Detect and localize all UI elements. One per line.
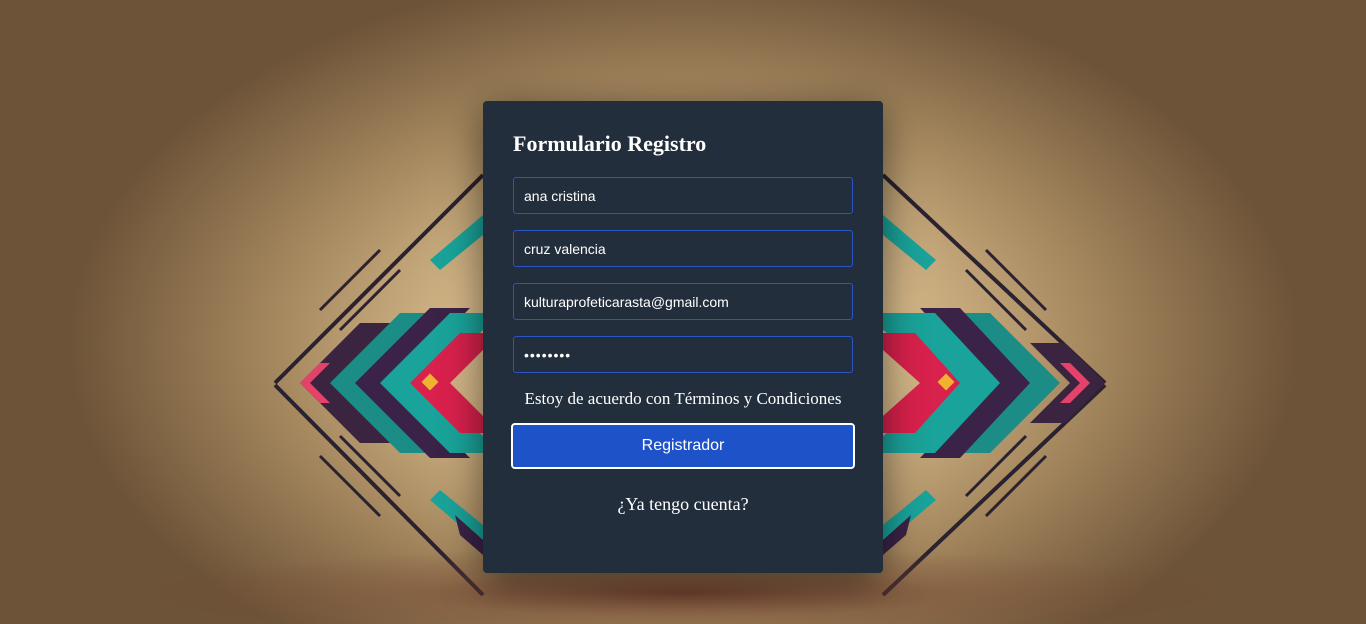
login-link[interactable]: ¿Ya tengo cuenta? (513, 494, 853, 515)
terms-text: Estoy de acuerdo con Términos y Condicio… (524, 389, 842, 408)
last-name-input[interactable] (513, 230, 853, 267)
email-input[interactable] (513, 283, 853, 320)
password-input[interactable] (513, 336, 853, 373)
register-button[interactable]: Registrador (511, 423, 855, 469)
registration-card: Formulario Registro Estoy de acuerdo con… (483, 101, 883, 573)
form-title: Formulario Registro (513, 131, 707, 156)
first-name-input[interactable] (513, 177, 853, 214)
